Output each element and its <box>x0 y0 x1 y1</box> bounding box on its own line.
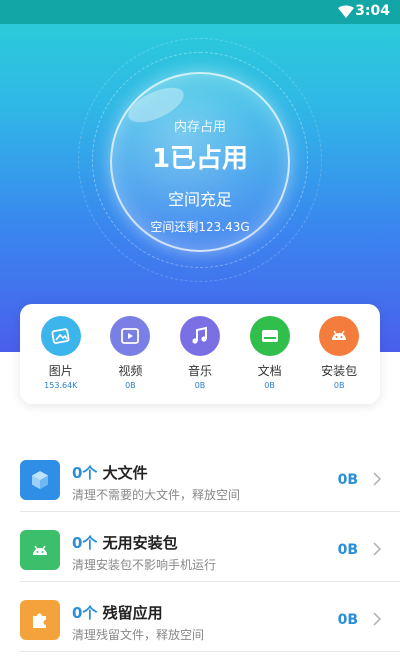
storage-hero: 3:04 内存占用 1已占用 空间充足 空间还剩123.43G <box>0 0 400 352</box>
chevron-right-icon <box>373 612 382 626</box>
storage-used-value: 1已占用 <box>151 144 249 174</box>
list-item-name: 残留应用 <box>102 604 163 622</box>
list-item-residual-apps[interactable]: 0个 残留应用 清理残留文件，释放空间 0B <box>20 582 400 652</box>
music-icon <box>179 316 220 356</box>
category-apks[interactable]: 安装包 0B <box>309 316 369 404</box>
puzzle-icon <box>20 600 60 640</box>
chevron-right-icon <box>373 542 382 556</box>
list-item-unused-apks[interactable]: 0个 无用安装包 清理安装包不影响手机运行 0B <box>20 512 400 582</box>
list-item-count: 0个 <box>72 464 98 482</box>
storage-status: 空间充足 <box>167 190 232 209</box>
list-item-size: 0B <box>337 472 358 488</box>
storage-remaining: 空间还剩123.43G <box>150 220 250 234</box>
android-icon <box>319 316 360 356</box>
category-music[interactable]: 音乐 0B <box>170 316 230 404</box>
list-item-name: 无用安装包 <box>102 534 178 552</box>
category-size: 153.64K <box>44 381 78 390</box>
category-label: 文档 <box>257 364 282 378</box>
category-size: 0B <box>194 381 206 390</box>
list-item-title: 0个 残留应用 <box>72 602 163 623</box>
cube-icon <box>20 460 60 500</box>
drive-icon <box>249 316 290 356</box>
list-item-desc: 清理不需要的大文件，释放空间 <box>72 488 241 502</box>
list-item-desc: 清理安装包不影响手机运行 <box>72 558 217 572</box>
list-item-title: 0个 大文件 <box>72 462 148 483</box>
list-item-name: 大文件 <box>102 464 148 482</box>
category-images[interactable]: 图片 153.64K <box>31 316 91 404</box>
category-card: 图片 153.64K 视频 0B 音乐 0B 文档 0B 安装包 0B <box>20 304 380 404</box>
category-label: 音乐 <box>187 364 212 378</box>
status-time: 3:04 <box>355 3 390 19</box>
list-item-large-files[interactable]: 0个 大文件 清理不需要的大文件，释放空间 0B <box>20 442 400 512</box>
category-size: 0B <box>264 381 275 390</box>
android-icon <box>20 530 60 570</box>
category-documents[interactable]: 文档 0B <box>240 316 300 404</box>
list-item-size: 0B <box>337 542 358 558</box>
list-item-size: 0B <box>337 612 358 628</box>
list-item-count: 0个 <box>72 604 98 622</box>
list-item-title: 0个 无用安装包 <box>72 532 178 553</box>
category-videos[interactable]: 视频 0B <box>100 316 160 404</box>
storage-caption: 内存占用 <box>173 120 226 135</box>
chevron-right-icon <box>373 472 382 486</box>
cleanup-list: 0个 大文件 清理不需要的大文件，释放空间 0B 0个 无用安装包 清理安装包不… <box>0 442 400 652</box>
category-label: 图片 <box>48 364 73 378</box>
category-size: 0B <box>333 381 345 390</box>
status-bar: 3:04 <box>0 0 400 24</box>
image-icon <box>40 316 81 356</box>
category-size: 0B <box>125 381 136 390</box>
category-label: 安装包 <box>321 364 358 378</box>
list-item-desc: 清理残留文件，释放空间 <box>72 628 205 642</box>
wifi-icon <box>338 5 354 19</box>
list-item-count: 0个 <box>72 534 98 552</box>
video-icon <box>110 316 151 356</box>
category-label: 视频 <box>118 364 143 378</box>
